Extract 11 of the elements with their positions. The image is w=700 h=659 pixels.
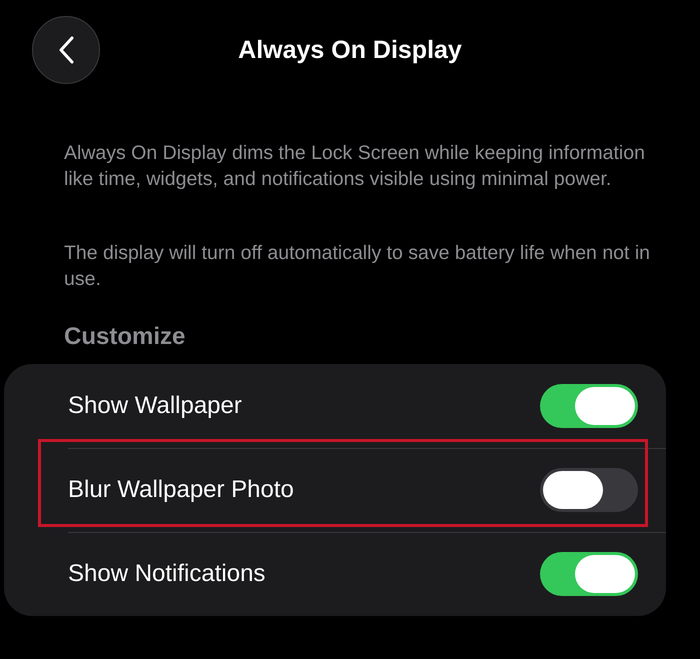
setting-label: Blur Wallpaper Photo bbox=[68, 476, 294, 504]
setting-label: Show Wallpaper bbox=[68, 392, 242, 420]
description-text: Always On Display dims the Lock Screen while keeping information like time, widgets, and notifications visible using minimal power. bbox=[64, 141, 646, 192]
description-text: The display will turn off automatically to save battery life when not in use. bbox=[64, 241, 652, 292]
chevron-left-icon bbox=[58, 36, 74, 64]
section-header: Customize bbox=[64, 322, 186, 352]
toggle-switch[interactable] bbox=[540, 552, 638, 596]
toggle-switch[interactable] bbox=[540, 384, 638, 428]
setting-label: Show Notifications bbox=[68, 560, 266, 588]
toggle-switch[interactable] bbox=[540, 468, 638, 512]
page-title: Always On Display bbox=[238, 36, 462, 64]
